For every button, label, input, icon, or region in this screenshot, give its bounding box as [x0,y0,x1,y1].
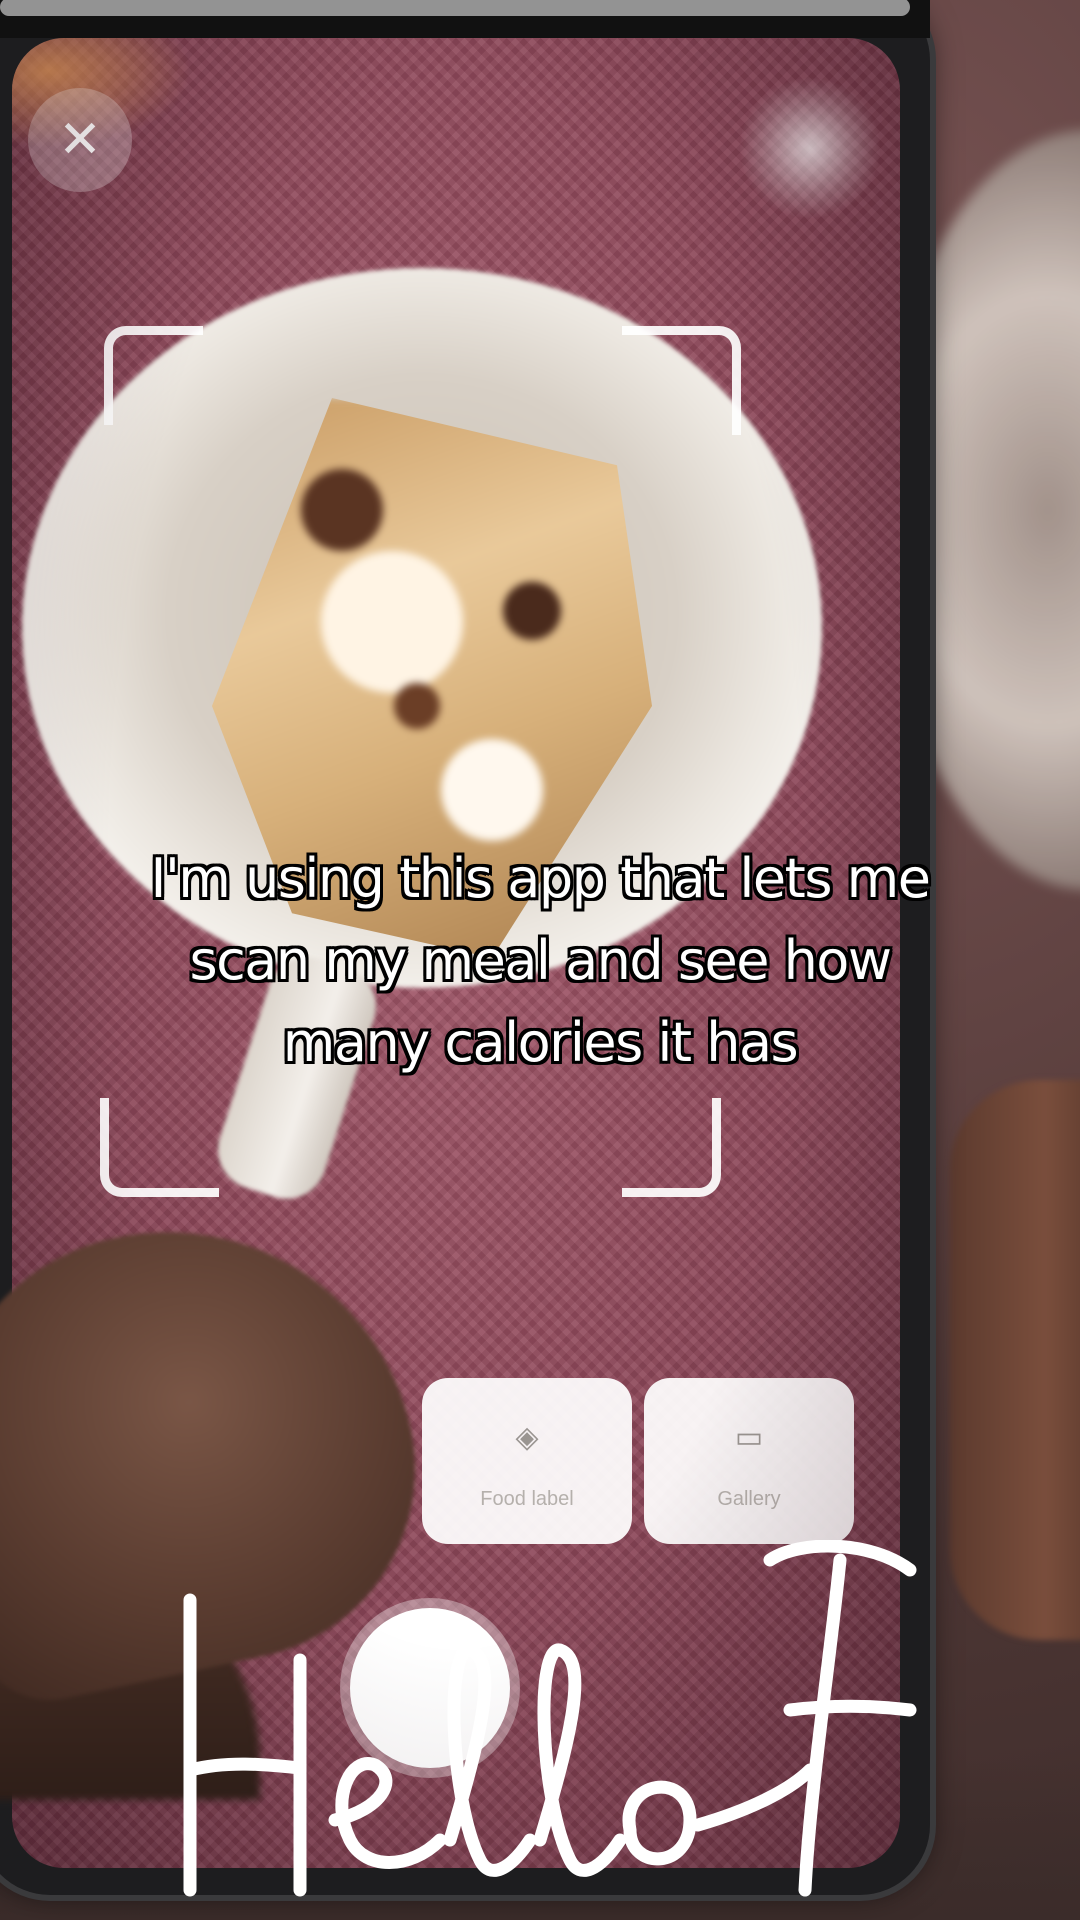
scan-frame-corner-bottom-right [622,1098,721,1197]
mode-label: Gallery [717,1488,781,1510]
close-icon: ✕ [58,110,102,170]
caption-line: many calories it has [282,1011,799,1074]
scan-frame-corner-top-left [104,326,203,425]
mode-gallery-button[interactable]: ▭ Gallery [644,1378,854,1544]
gallery-icon: ▭ [734,1421,764,1454]
video-frame: ✕ e ◈ Food label ▭ Gallery [0,0,1080,1920]
info-button[interactable] [740,78,880,218]
mode-label: Food label [480,1488,574,1510]
video-caption: I'm using this app that lets me scan my … [40,838,1040,1084]
status-bar [0,0,930,38]
handwriting-overlay [183,1540,917,1897]
caption-line: I'm using this app that lets me [150,847,931,910]
close-button[interactable]: ✕ [28,88,132,192]
status-indicators [0,0,910,16]
mode-food-label-button[interactable]: ◈ Food label [422,1378,632,1544]
caption-line: scan my meal and see how [189,929,892,992]
holding-hand [950,1080,1080,1640]
scan-frame-corner-bottom-left [100,1098,219,1197]
scan-frame-corner-top-right [622,326,741,435]
barcode-icon: ◈ [515,1421,539,1454]
